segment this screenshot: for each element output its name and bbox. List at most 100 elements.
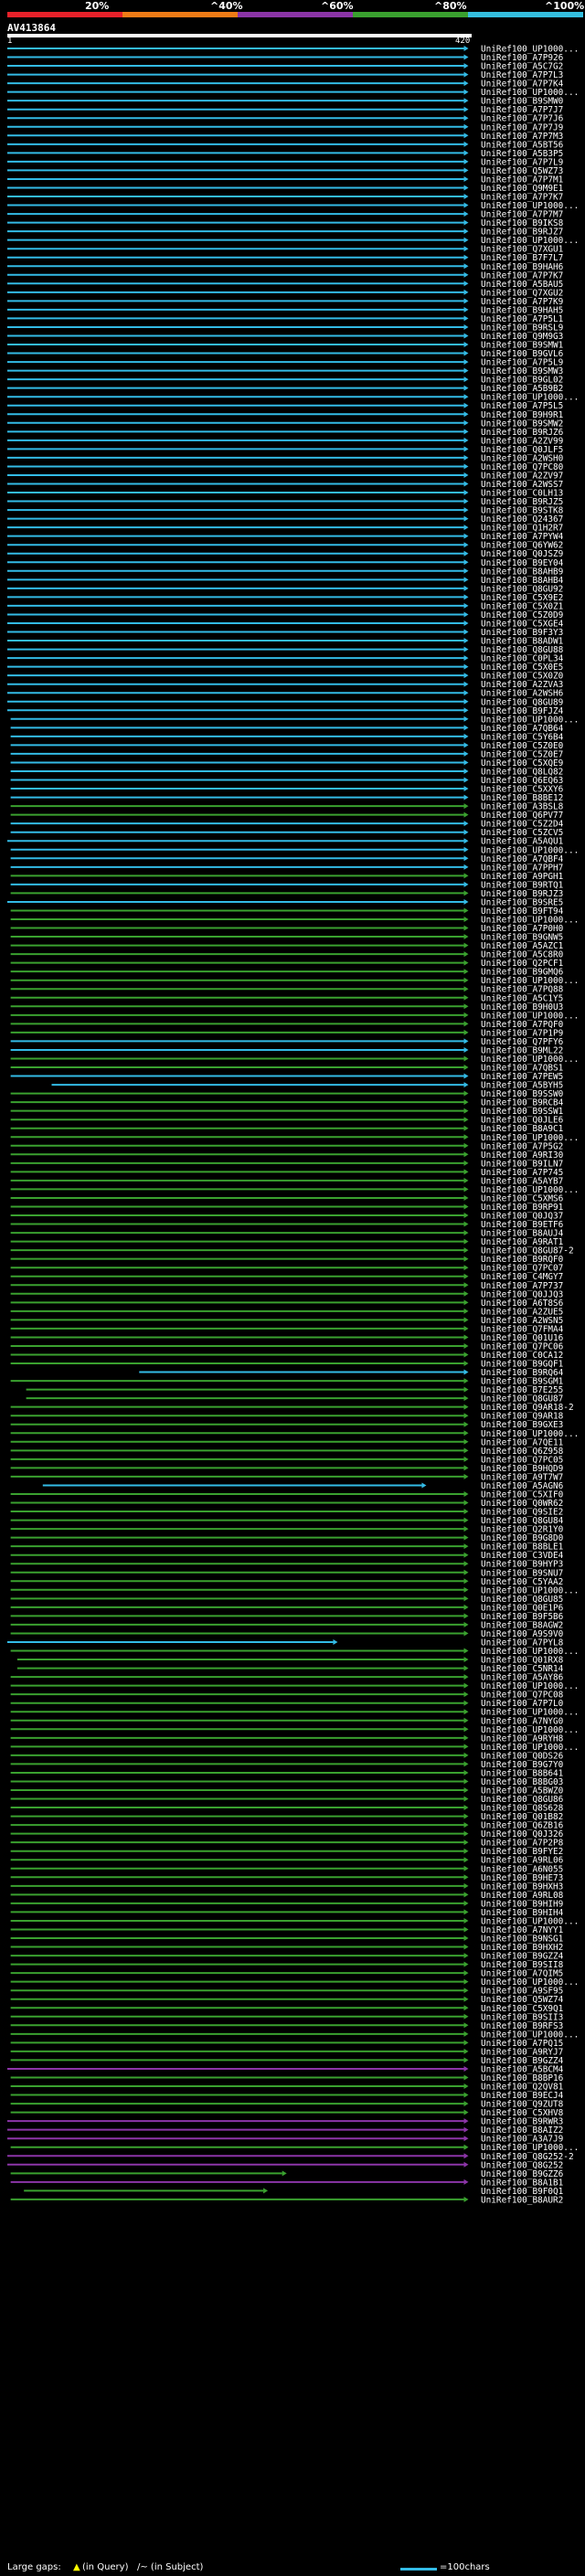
hit-arrow-icon <box>463 46 469 51</box>
hit-label[interactable]: UniRef100_B8AUR2 <box>481 2195 563 2205</box>
hit-arrow-icon <box>463 1490 469 1497</box>
footer: Large gaps: ▲ (in Query) /~ (in Subject)… <box>7 2562 583 2575</box>
hit-arrow-icon <box>463 986 469 992</box>
hit-arrow-icon <box>463 925 469 931</box>
hit-arrow-icon <box>463 323 469 330</box>
hit-arrow-icon <box>463 698 469 705</box>
hit-arrow-icon <box>463 786 469 792</box>
hit-arrow-icon <box>463 150 469 156</box>
hit-arrow-icon <box>463 690 469 696</box>
hit-arrow-icon <box>463 1194 469 1201</box>
hit-arrow-icon <box>463 1604 469 1610</box>
hit-arrow-icon <box>463 969 469 975</box>
hits-chart: UniRef100_UP1000...UniRef100_A7P926UniRe… <box>7 45 579 2205</box>
hit-arrow-icon <box>463 663 469 670</box>
hit-arrow-icon <box>463 1578 469 1585</box>
hit-arrow-icon <box>463 54 469 60</box>
hit-arrow-icon <box>463 1117 469 1123</box>
hit-arrow-icon <box>463 1717 469 1723</box>
hit-arrow-icon <box>463 1953 469 1959</box>
hit-arrow-icon <box>463 2126 469 2133</box>
hit-arrow-icon <box>463 1657 469 1663</box>
hit-arrow-icon <box>463 673 469 679</box>
hit-arrow-icon <box>463 620 469 626</box>
hit-arrow-icon <box>463 1822 469 1829</box>
hit-arrow-icon <box>463 829 469 835</box>
hit-arrow-icon <box>463 446 469 452</box>
hit-arrow-icon <box>463 1003 469 1010</box>
hit-arrow-icon <box>463 490 469 496</box>
hit-arrow-icon <box>463 1744 469 1750</box>
hit-arrow-icon <box>463 2196 469 2202</box>
hit-arrow-icon <box>463 1221 469 1227</box>
hit-arrow-icon <box>463 873 469 879</box>
hit-arrow-icon <box>463 2048 469 2054</box>
hit-arrow-icon <box>463 777 469 783</box>
scale-label: =100chars <box>440 2562 490 2572</box>
hit-arrow-icon <box>463 855 469 862</box>
hit-arrow-icon <box>463 1160 469 1166</box>
hit-arrow-icon <box>463 2083 469 2090</box>
hit-arrow-icon <box>463 1247 469 1254</box>
hit-arrow-icon <box>463 1082 469 1088</box>
hit-arrow-icon <box>463 655 469 662</box>
hit-arrow-icon <box>463 1065 469 1071</box>
hit-arrow-icon <box>463 1874 469 1881</box>
hit-arrow-icon <box>463 228 469 235</box>
hit-arrow-icon <box>463 2178 469 2185</box>
hit-arrow-icon <box>463 1586 469 1593</box>
hit-arrow-icon <box>463 1325 469 1331</box>
hit-arrow-icon <box>463 1769 469 1776</box>
hit-arrow-icon <box>463 1203 469 1210</box>
hit-arrow-icon <box>463 794 469 800</box>
hit-arrow-icon <box>463 419 469 426</box>
hit-arrow-icon <box>463 594 469 600</box>
hit-arrow-icon <box>463 515 469 522</box>
hit-arrow-icon <box>463 463 469 470</box>
hit-arrow-icon <box>463 1526 469 1532</box>
hit-arrow-icon <box>463 1177 469 1183</box>
hit-arrow-icon <box>463 315 469 322</box>
hit-arrow-icon <box>463 1988 469 1994</box>
hit-arrow-icon <box>463 725 469 731</box>
hit-arrow-icon <box>463 768 469 774</box>
hit-arrow-icon <box>463 1430 469 1436</box>
hit-arrow-icon <box>463 1926 469 1933</box>
hit-arrow-icon <box>463 1169 469 1175</box>
hit-arrow-icon <box>463 1561 469 1567</box>
hit-arrow-icon <box>463 1265 469 1271</box>
hit-arrow-icon <box>463 1674 469 1680</box>
hit-arrow-icon <box>463 1970 469 1977</box>
hit-arrow-icon <box>463 1830 469 1837</box>
hit-arrow-icon <box>463 1238 469 1245</box>
hit-arrow-icon <box>463 1839 469 1846</box>
hit-arrow-icon <box>463 1361 469 1367</box>
hit-arrow-icon <box>463 602 469 609</box>
hit-arrow-icon <box>463 803 469 810</box>
hit-arrow-icon <box>463 202 469 208</box>
hit-arrow-icon <box>463 1700 469 1706</box>
hit-arrow-icon <box>463 1029 469 1035</box>
hit-arrow-icon <box>463 1438 469 1445</box>
hit-arrow-icon <box>463 716 469 722</box>
hit-arrow-icon <box>463 2030 469 2037</box>
hit-arrow-icon <box>463 611 469 618</box>
hit-arrow-icon <box>463 333 469 339</box>
hit-arrow-icon <box>463 2005 469 2011</box>
hit-arrow-icon <box>463 167 469 174</box>
hit-arrow-icon <box>463 742 469 748</box>
hit-arrow-icon <box>463 1787 469 1793</box>
hit-arrow-icon <box>463 1778 469 1785</box>
hit-arrow-icon <box>463 2144 469 2150</box>
hit-arrow-icon <box>463 1282 469 1288</box>
hit-arrow-icon <box>463 559 469 566</box>
hit-arrow-icon <box>463 254 469 260</box>
hit-arrow-icon <box>463 481 469 487</box>
hit-arrow-icon <box>463 1978 469 1985</box>
hit-arrow-icon <box>463 1378 469 1384</box>
hit-arrow-icon <box>463 237 469 243</box>
hit-arrow-icon <box>463 342 469 348</box>
hit-arrow-icon <box>463 1334 469 1341</box>
hit-arrow-icon <box>463 89 469 95</box>
hit-arrow-icon <box>463 1125 469 1131</box>
